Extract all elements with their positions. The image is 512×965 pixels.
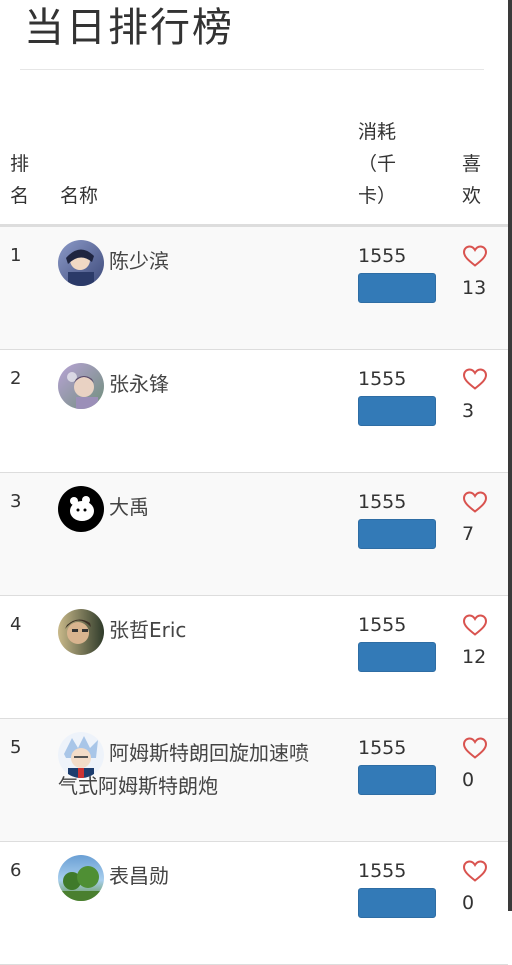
likes-count: 0 — [462, 769, 475, 791]
table-row: 4 张哲Eric 1555 12 — [0, 596, 508, 719]
rank-cell: 5 — [10, 737, 22, 758]
table-row: 1 陈少滨 1555 13 — [0, 227, 508, 350]
heart-icon[interactable] — [462, 367, 488, 391]
table-row: 2 张永锋 1555 3 — [0, 350, 508, 473]
table-row: 3 大禹 1555 7 — [0, 473, 508, 596]
energy-bar — [358, 396, 436, 426]
avatar[interactable] — [58, 732, 104, 778]
likes-count: 3 — [462, 400, 475, 422]
energy-value: 1555 — [358, 491, 407, 513]
header-likes: 喜欢 — [462, 153, 482, 207]
header-rank: 排名 — [10, 153, 30, 207]
rank-cell: 6 — [10, 860, 22, 881]
rank-cell: 2 — [10, 368, 22, 389]
leaderboard-table-body: 1 陈少滨 1555 13 2 张永锋 1555 3 3 大禹 1555 7 4 张哲Eric 1555 12… — [0, 227, 508, 965]
energy-bar — [358, 273, 436, 303]
title-divider — [20, 69, 484, 70]
page-title: 当日排行榜 — [24, 5, 234, 51]
likes-count: 13 — [462, 277, 487, 299]
energy-bar — [358, 765, 436, 795]
energy-value: 1555 — [358, 245, 407, 267]
likes-count: 12 — [462, 646, 487, 668]
heart-icon[interactable] — [462, 490, 488, 514]
energy-value: 1555 — [358, 368, 407, 390]
likes-count: 7 — [462, 523, 475, 545]
energy-value: 1555 — [358, 860, 407, 882]
rank-cell: 4 — [10, 614, 22, 635]
table-row: 6 表昌勋 1555 0 — [0, 842, 508, 965]
energy-value: 1555 — [358, 614, 407, 636]
header-energy: 消耗（千卡） — [358, 121, 397, 207]
heart-icon[interactable] — [462, 736, 488, 760]
rank-cell: 3 — [10, 491, 22, 512]
header-name: 名称 — [60, 185, 99, 207]
energy-value: 1555 — [358, 737, 407, 759]
energy-bar — [358, 519, 436, 549]
energy-bar — [358, 888, 436, 918]
table-row: 5 阿姆斯特朗回旋加速喷气式阿姆斯特朗炮 1555 0 — [0, 719, 508, 842]
rank-cell: 1 — [10, 245, 22, 266]
energy-bar — [358, 642, 436, 672]
heart-icon[interactable] — [462, 859, 488, 883]
avatar[interactable] — [58, 609, 104, 655]
avatar[interactable] — [58, 486, 104, 532]
avatar[interactable] — [58, 855, 104, 901]
avatar[interactable] — [58, 240, 104, 286]
avatar[interactable] — [58, 363, 104, 409]
heart-icon[interactable] — [462, 613, 488, 637]
heart-icon[interactable] — [462, 244, 488, 268]
window-frame-right — [508, 0, 512, 911]
